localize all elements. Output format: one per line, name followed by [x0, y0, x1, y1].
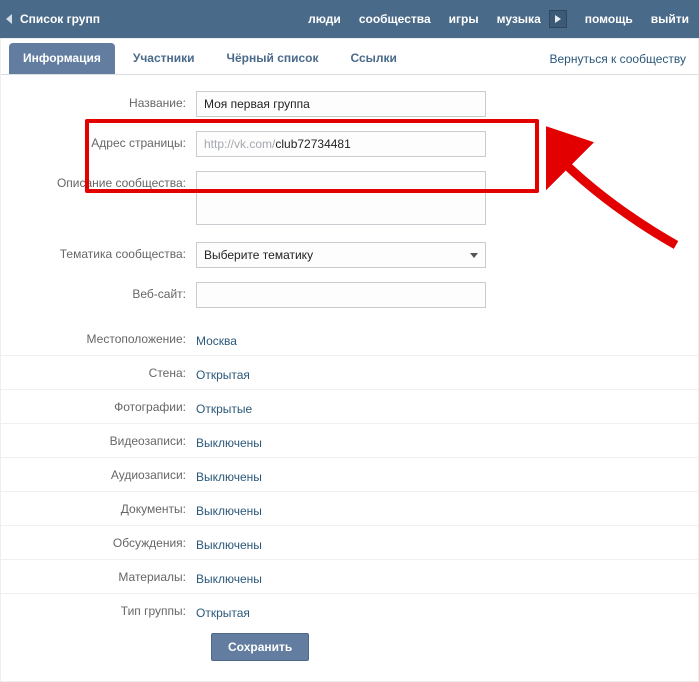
nav-games[interactable]: игры [449, 12, 479, 26]
discussions-value[interactable]: Выключены [196, 533, 262, 552]
docs-value[interactable]: Выключены [196, 499, 262, 518]
row-wall: Стена: Открытая [1, 355, 698, 389]
tab-members[interactable]: Участники [119, 43, 209, 74]
row-docs: Документы: Выключены [1, 491, 698, 525]
nav-logout[interactable]: выйти [651, 12, 689, 26]
audio-label: Аудиозаписи: [1, 468, 196, 482]
materials-value[interactable]: Выключены [196, 567, 262, 586]
topic-label: Тематика сообщества: [1, 242, 196, 261]
nav-people[interactable]: люди [308, 12, 341, 26]
row-discussions: Обсуждения: Выключены [1, 525, 698, 559]
url-input[interactable]: http://vk.com/club72734481 [196, 131, 486, 157]
topic-select[interactable]: Выберите тематику [196, 242, 486, 268]
website-input[interactable] [196, 282, 486, 308]
row-videos: Видеозаписи: Выключены [1, 423, 698, 457]
save-button[interactable]: Сохранить [211, 633, 309, 661]
photos-value[interactable]: Открытые [196, 397, 252, 416]
tabbar: Информация Участники Чёрный список Ссылк… [1, 39, 698, 75]
row-topic: Тематика сообщества: Выберите тематику [1, 242, 698, 268]
description-label: Описание сообщества: [1, 171, 196, 190]
row-photos: Фотографии: Открытые [1, 389, 698, 423]
docs-label: Документы: [1, 502, 196, 516]
tab-info[interactable]: Информация [9, 43, 115, 74]
form-area: Название: Адрес страницы: http://vk.com/… [1, 75, 698, 681]
photos-label: Фотографии: [1, 400, 196, 414]
website-label: Веб-сайт: [1, 282, 196, 301]
description-input[interactable] [196, 171, 486, 225]
videos-label: Видеозаписи: [1, 434, 196, 448]
play-button[interactable] [549, 10, 567, 28]
row-url: Адрес страницы: http://vk.com/club727344… [1, 131, 698, 157]
name-input[interactable] [196, 91, 486, 117]
play-icon [555, 15, 561, 23]
type-value[interactable]: Открытая [196, 601, 250, 620]
url-label: Адрес страницы: [1, 131, 196, 150]
tab-blacklist[interactable]: Чёрный список [213, 43, 333, 74]
chevron-down-icon [470, 253, 478, 258]
page-title[interactable]: Список групп [20, 12, 100, 26]
row-website: Веб-сайт: [1, 282, 698, 308]
nav-communities[interactable]: сообщества [359, 12, 431, 26]
nav-music[interactable]: музыка [497, 12, 541, 26]
wall-label: Стена: [1, 366, 196, 380]
back-arrow-icon[interactable] [6, 14, 12, 24]
videos-value[interactable]: Выключены [196, 431, 262, 450]
nav-help[interactable]: помощь [585, 12, 633, 26]
wall-value[interactable]: Открытая [196, 363, 250, 382]
materials-label: Материалы: [1, 570, 196, 584]
name-label: Название: [1, 91, 196, 110]
topbar: Список групп люди сообщества игры музыка… [0, 0, 699, 38]
back-to-community-link[interactable]: Вернуться к сообществу [545, 44, 690, 74]
row-materials: Материалы: Выключены [1, 559, 698, 593]
location-value[interactable]: Москва [196, 329, 237, 348]
row-audio: Аудиозаписи: Выключены [1, 457, 698, 491]
row-description: Описание сообщества: [1, 171, 698, 228]
audio-value[interactable]: Выключены [196, 465, 262, 484]
row-location: Местоположение: Москва [1, 322, 698, 355]
location-label: Местоположение: [1, 332, 196, 346]
topic-placeholder: Выберите тематику [204, 248, 313, 262]
row-type: Тип группы: Открытая [1, 593, 698, 627]
url-value: club72734481 [275, 137, 350, 151]
type-label: Тип группы: [1, 604, 196, 618]
discussions-label: Обсуждения: [1, 536, 196, 550]
tab-links[interactable]: Ссылки [337, 43, 411, 74]
row-name: Название: [1, 91, 698, 117]
url-prefix: http://vk.com/ [204, 137, 275, 151]
